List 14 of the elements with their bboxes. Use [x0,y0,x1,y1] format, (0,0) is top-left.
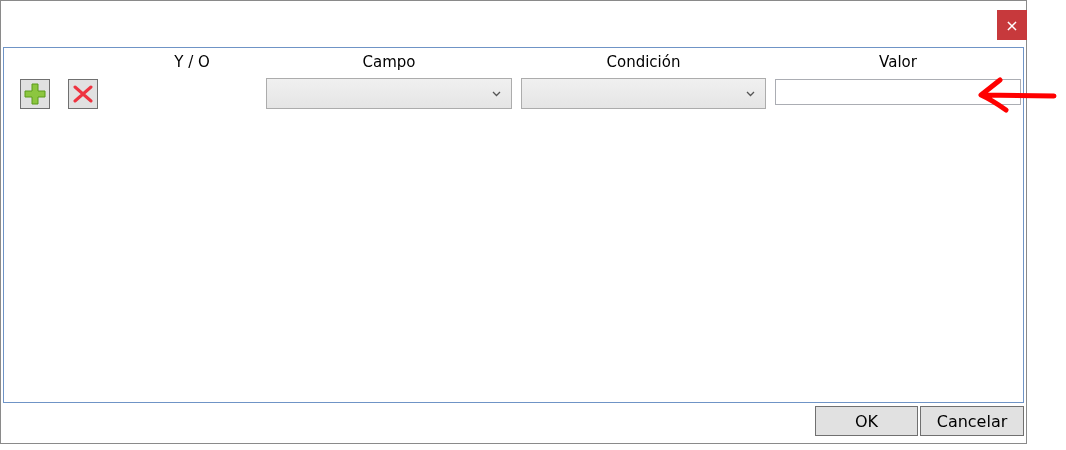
add-button[interactable] [20,78,50,109]
remove-button[interactable] [68,78,98,109]
cancel-button[interactable]: Cancelar [920,406,1024,436]
cross-icon [73,84,93,103]
chevron-down-icon [746,90,755,97]
ok-button[interactable]: OK [815,406,918,436]
chevron-down-icon [492,90,501,97]
column-header: Y / O [174,53,210,71]
column-header: Campo [362,53,416,71]
close-button[interactable]: × [997,10,1027,40]
value-field[interactable] [775,79,1021,105]
column-header: Condición [606,53,681,71]
plus-icon [24,82,46,105]
column-header: Valor [879,53,917,71]
